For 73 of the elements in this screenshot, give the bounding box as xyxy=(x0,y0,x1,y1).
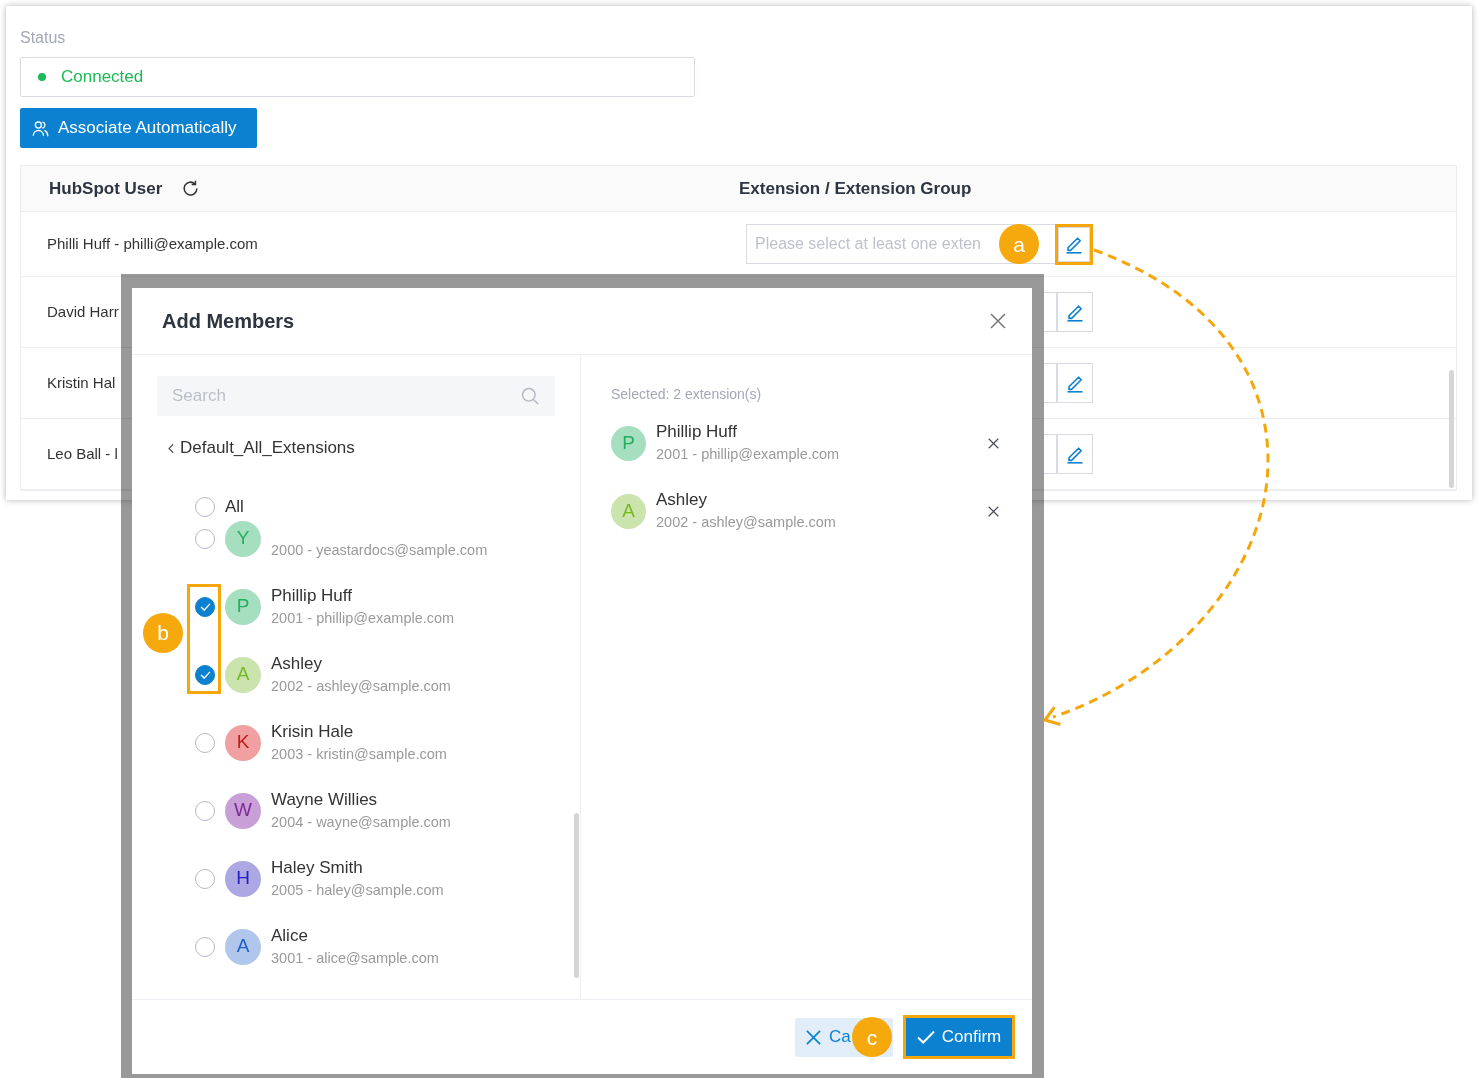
avatar: A xyxy=(611,493,646,529)
back-link[interactable]: Default_All_Extensions xyxy=(168,438,355,458)
checkbox[interactable] xyxy=(195,528,215,549)
selected-count: Selected: 2 extension(s) xyxy=(611,385,762,403)
check-icon xyxy=(199,602,211,611)
checkbox[interactable] xyxy=(195,732,215,753)
member-detail: 2001 - phillip@example.com xyxy=(656,445,840,464)
member-detail: 2003 - kristin@sample.com xyxy=(271,744,447,764)
close-icon xyxy=(806,1029,821,1045)
member-name: Alice xyxy=(271,924,308,947)
avatar: W xyxy=(225,792,261,829)
edit-button[interactable] xyxy=(1057,292,1093,332)
checkbox[interactable] xyxy=(195,496,215,517)
member-name: Phillip Huff xyxy=(656,421,737,443)
confirm-button[interactable]: Confirm xyxy=(906,1018,1012,1056)
member-detail: 2000 - yeastardocs@sample.com xyxy=(271,540,488,560)
avatar: P xyxy=(611,425,646,461)
member-detail: 3001 - alice@sample.com xyxy=(271,948,439,968)
checkbox[interactable] xyxy=(195,936,215,957)
chevron-left-icon xyxy=(168,442,174,454)
avatar: A xyxy=(225,656,261,693)
hubspot-user-name: Kristin Hal xyxy=(47,374,116,391)
checkbox[interactable] xyxy=(195,868,215,889)
avatar: P xyxy=(225,588,261,625)
check-icon xyxy=(916,1030,935,1044)
avatar: A xyxy=(225,928,261,965)
member-name: Krisin Hale xyxy=(271,720,354,743)
option-label: All xyxy=(225,495,244,518)
member-detail: 2002 - ashley@sample.com xyxy=(656,513,836,532)
status-label: Status xyxy=(20,28,66,48)
modal-title: Add Members xyxy=(162,309,295,334)
member-detail: 2002 - ashley@sample.com xyxy=(271,676,451,696)
checkbox[interactable] xyxy=(195,664,215,685)
check-icon xyxy=(199,670,211,679)
hubspot-user-name: Philli Huff - philli@example.com xyxy=(47,235,258,252)
checkbox[interactable] xyxy=(195,596,215,617)
close-icon xyxy=(988,505,999,517)
close-icon xyxy=(988,437,999,449)
column-header: HubSpot User xyxy=(49,177,163,200)
edit-button[interactable] xyxy=(1057,434,1093,474)
close-button[interactable] xyxy=(990,313,1006,329)
users-icon xyxy=(32,119,49,137)
hubspot-user-name: David Harr xyxy=(47,303,119,320)
scrollbar-thumb[interactable] xyxy=(574,813,579,978)
associate-automatically-button[interactable]: Associate Automatically xyxy=(20,108,257,148)
callout-marker: b xyxy=(143,612,183,653)
member-name: Wayne Willies xyxy=(271,788,378,811)
member-name: Ashley xyxy=(271,652,323,675)
member-name: Haley Smith xyxy=(271,856,363,879)
remove-button[interactable] xyxy=(988,505,999,517)
member-detail: 2004 - wayne@sample.com xyxy=(271,812,451,832)
member-name: Ashley xyxy=(656,489,708,511)
avatar: H xyxy=(225,860,261,897)
scrollbar-thumb[interactable] xyxy=(1449,370,1454,488)
member-detail: 2005 - haley@sample.com xyxy=(271,880,444,900)
column-header: Extension / Extension Group xyxy=(739,178,972,198)
pencil-icon xyxy=(1065,373,1085,393)
search-field[interactable]: Search xyxy=(157,376,555,416)
member-detail: 2001 - phillip@example.com xyxy=(271,608,455,628)
hubspot-user-name: Leo Ball - l xyxy=(47,445,118,462)
pencil-icon xyxy=(1065,302,1085,322)
checkbox[interactable] xyxy=(195,800,215,821)
member-name: Phillip Huff xyxy=(271,584,352,607)
search-icon xyxy=(521,387,539,405)
status-value: Connected xyxy=(61,66,144,89)
pencil-icon xyxy=(1065,444,1085,464)
refresh-icon[interactable] xyxy=(182,180,200,197)
remove-button[interactable] xyxy=(988,437,999,449)
avatar: K xyxy=(225,724,261,761)
avatar: Y xyxy=(225,520,261,557)
edit-button[interactable] xyxy=(1057,363,1093,403)
pencil-icon xyxy=(1064,234,1084,254)
close-icon xyxy=(990,313,1006,329)
